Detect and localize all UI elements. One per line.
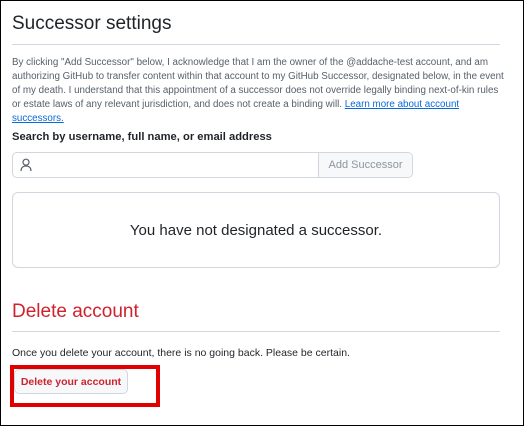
delete-account-button[interactable]: Delete your account (14, 369, 128, 394)
empty-state-message: You have not designated a successor. (129, 221, 383, 239)
successor-search-group: Add Successor (12, 152, 413, 178)
search-label: Search by username, full name, or email … (12, 131, 272, 143)
delete-account-description: Once you delete your account, there is n… (12, 347, 350, 359)
successor-search-input[interactable] (37, 153, 307, 177)
add-successor-button[interactable]: Add Successor (318, 153, 412, 177)
divider (12, 331, 500, 332)
successor-description: By clicking "Add Successor" below, I ack… (12, 56, 504, 126)
delete-account-title: Delete account (12, 301, 139, 322)
successor-empty-state: You have not designated a successor. (12, 192, 500, 268)
successor-search-field[interactable] (13, 153, 318, 177)
settings-panel: Successor settings By clicking "Add Succ… (0, 0, 524, 426)
person-icon (20, 158, 32, 172)
divider (12, 44, 500, 45)
successor-settings-title: Successor settings (12, 13, 172, 34)
